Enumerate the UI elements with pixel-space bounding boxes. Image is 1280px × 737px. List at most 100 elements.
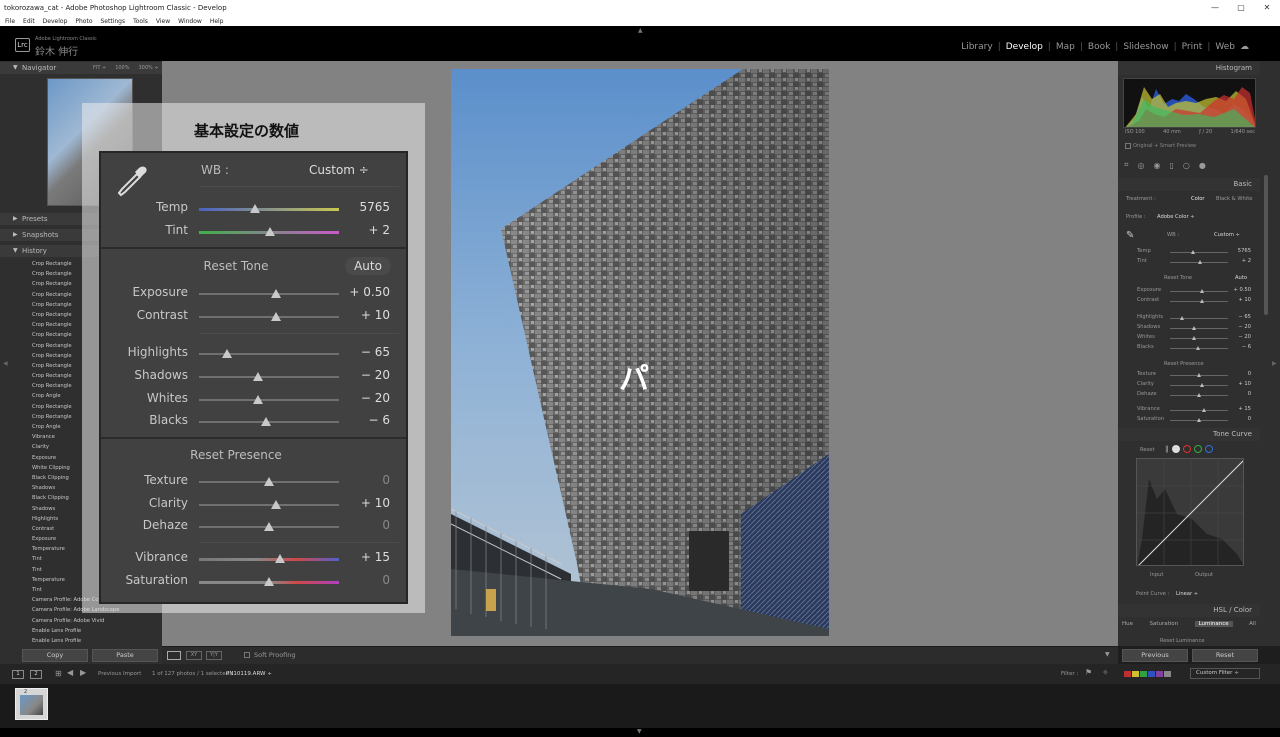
flag-icon[interactable]: ⚑ (1085, 668, 1092, 677)
shadows-knob-small[interactable] (1192, 326, 1197, 330)
menu-photo[interactable]: Photo (75, 18, 92, 25)
whites-knob-small[interactable] (1192, 336, 1197, 340)
vibrance-value-small[interactable]: + 15 (1231, 406, 1251, 412)
hsl-tab-saturation[interactable]: Saturation (1149, 621, 1178, 627)
temp-value[interactable]: 5765 (359, 200, 390, 214)
highlights-track[interactable] (199, 353, 339, 355)
tint-slider-row[interactable]: Tint + 2 (101, 220, 406, 242)
shadows-value-small[interactable]: − 20 (1231, 324, 1251, 330)
reset-presence[interactable]: Reset Presence (101, 448, 371, 462)
hsl-header[interactable]: HSL / Color (1118, 604, 1260, 617)
treatment-color[interactable]: Color (1191, 196, 1205, 202)
temp-value-small[interactable]: 5765 (1231, 248, 1251, 254)
highlights-value[interactable]: − 65 (361, 345, 390, 359)
temp-knob[interactable] (250, 204, 260, 213)
toolbar-menu-icon[interactable]: ▼ (1105, 651, 1110, 658)
shadows-track[interactable] (199, 376, 339, 378)
saturation-knob-small[interactable] (1197, 418, 1201, 422)
tone-curve-reset[interactable]: Reset (1140, 447, 1155, 453)
minimize-icon[interactable]: — (1202, 0, 1228, 16)
highlights-value-small[interactable]: − 65 (1231, 314, 1251, 320)
clarity-slider-row[interactable]: Clarity + 10 (101, 493, 406, 515)
contrast-value[interactable]: + 10 (361, 308, 390, 322)
dehaze-knob[interactable] (264, 522, 274, 531)
collapse-left-icon[interactable]: ◀ (3, 360, 8, 367)
dehaze-value-small[interactable]: 0 (1231, 391, 1251, 397)
menu-develop[interactable]: Develop (43, 18, 68, 25)
module-develop[interactable]: Develop (1001, 42, 1048, 52)
blacks-slider-row[interactable]: Blacks − 6 (101, 410, 406, 432)
dehaze-slider-row[interactable]: Dehaze 0 (101, 515, 406, 537)
brush-icon[interactable]: ● (1199, 161, 1206, 170)
saturation-value[interactable]: 0 (382, 573, 390, 587)
whites-slider-row[interactable]: Whites − 20 (101, 388, 406, 410)
texture-knob-small[interactable] (1197, 373, 1201, 377)
module-web[interactable]: Web (1210, 42, 1240, 52)
treatment-bw[interactable]: Black & White (1216, 196, 1252, 202)
custom-filter-dropdown[interactable]: Custom Filter ÷ (1190, 668, 1260, 679)
blue-channel-icon[interactable] (1204, 445, 1213, 453)
exposure-slider-row[interactable]: Exposure + 0.50 (101, 282, 406, 304)
menu-edit[interactable]: Edit (23, 18, 35, 25)
color-filter-red[interactable] (1124, 671, 1131, 677)
saturation-knob[interactable] (264, 577, 274, 586)
point-curve-dropdown[interactable]: Linear ÷ (1176, 591, 1198, 597)
blacks-value[interactable]: − 6 (368, 413, 390, 427)
tint-value-small[interactable]: + 2 (1231, 258, 1251, 264)
auto-tone-button[interactable]: Auto (345, 257, 391, 275)
filmstrip-thumbnail[interactable]: 2 (15, 688, 48, 720)
radial-filter-icon[interactable]: ○ (1183, 161, 1190, 170)
reset-button[interactable]: Reset (1192, 649, 1258, 662)
maximize-icon[interactable]: ▢ (1228, 0, 1254, 16)
green-channel-icon[interactable] (1193, 445, 1202, 453)
reset-tone[interactable]: Reset Tone (101, 259, 371, 273)
collapse-bottom-icon[interactable]: ▼ (637, 728, 642, 735)
highlights-slider-row[interactable]: Highlights − 65 (101, 342, 406, 364)
whites-track[interactable] (199, 399, 339, 401)
clarity-track[interactable] (199, 504, 339, 506)
reset-tone-small[interactable]: Reset Tone (1164, 275, 1192, 281)
whites-value[interactable]: − 20 (361, 391, 390, 405)
color-filter-blue[interactable] (1148, 671, 1155, 677)
dehaze-knob-small[interactable] (1197, 393, 1201, 397)
color-filter-none[interactable] (1164, 671, 1171, 677)
clarity-knob[interactable] (271, 500, 281, 509)
hsl-tab-hue[interactable]: Hue (1122, 621, 1133, 627)
vibrance-track-small[interactable] (1170, 410, 1228, 411)
menu-help[interactable]: Help (210, 18, 224, 25)
exposure-value[interactable]: + 0.50 (349, 285, 390, 299)
texture-value-small[interactable]: 0 (1231, 371, 1251, 377)
histogram[interactable] (1123, 78, 1256, 128)
shadows-value[interactable]: − 20 (361, 368, 390, 382)
auto-small[interactable]: Auto (1235, 275, 1247, 281)
vibrance-knob-small[interactable] (1201, 408, 1206, 412)
module-book[interactable]: Book (1083, 42, 1115, 52)
temp-track[interactable] (199, 208, 339, 211)
window-2-button[interactable]: 2 (30, 670, 42, 679)
exposure-value-small[interactable]: + 0.50 (1231, 287, 1251, 293)
texture-value[interactable]: 0 (382, 473, 390, 487)
texture-knob[interactable] (264, 477, 274, 486)
temp-slider-row[interactable]: Temp 5765 (101, 197, 406, 219)
module-library[interactable]: Library (956, 42, 997, 52)
reset-luminance[interactable]: Reset Luminance (1160, 638, 1205, 644)
paste-button[interactable]: Paste (92, 649, 158, 662)
zoom-fit[interactable]: FIT ÷ (93, 65, 106, 71)
photo-preview[interactable] (451, 69, 829, 636)
shadows-slider-row[interactable]: Shadows − 20 (101, 365, 406, 387)
blacks-knob-small[interactable] (1195, 346, 1200, 350)
reset-presence-small[interactable]: Reset Presence (1164, 361, 1204, 367)
redeye-icon[interactable]: ◉ (1154, 161, 1161, 170)
contrast-knob[interactable] (271, 312, 281, 321)
temp-track-small[interactable] (1170, 252, 1228, 253)
zoom-100[interactable]: 100% (115, 65, 129, 71)
window-1-button[interactable]: 1 (12, 670, 24, 679)
before-after-icon[interactable]: XY (186, 651, 202, 660)
menu-settings[interactable]: Settings (101, 18, 126, 25)
rgb-channel-icon[interactable] (1171, 445, 1180, 453)
collapse-top-icon[interactable]: ▲ (638, 27, 643, 34)
previous-button[interactable]: Previous (1122, 649, 1188, 662)
whites-value-small[interactable]: − 20 (1231, 334, 1251, 340)
back-arrow-icon[interactable]: ◀ (67, 668, 73, 677)
history-item[interactable]: Enable Lens Profile (32, 626, 160, 636)
